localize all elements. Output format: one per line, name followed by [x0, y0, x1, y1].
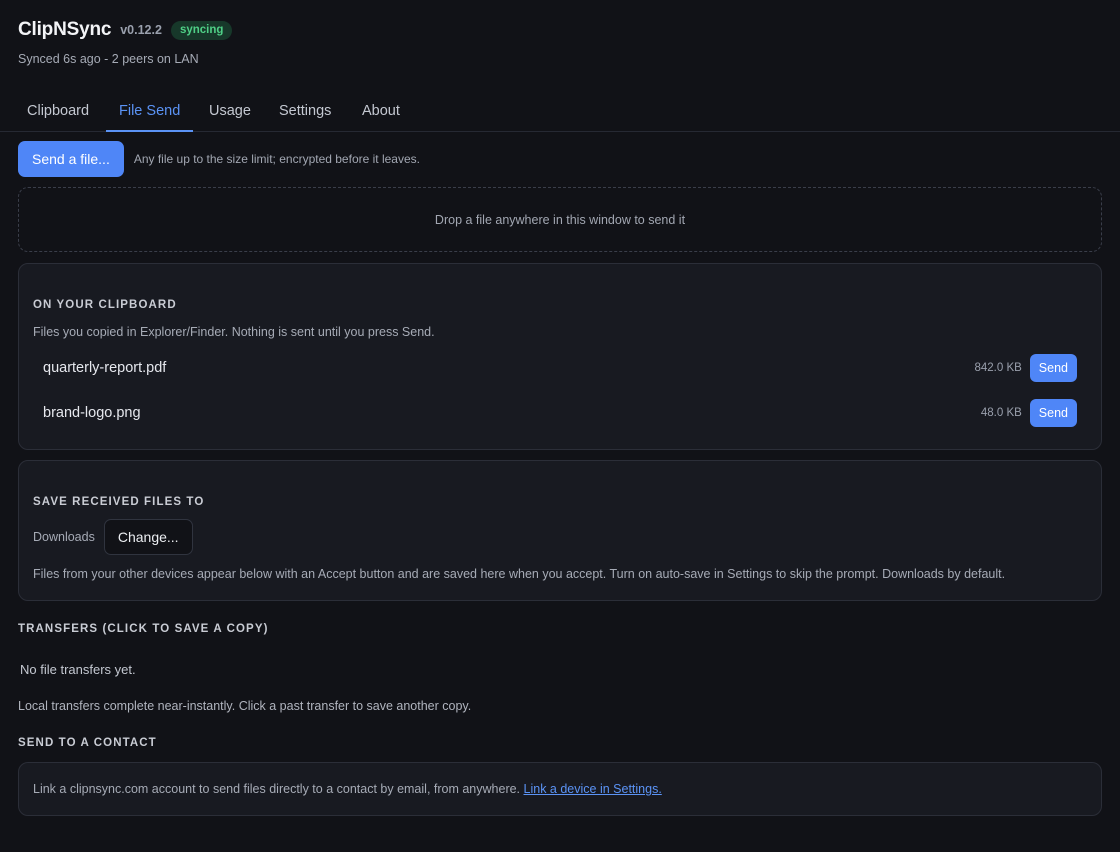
- tab-bar: Clipboard File Send Usage Settings About: [0, 92, 1120, 132]
- sync-subtitle: Synced 6s ago - 2 peers on LAN: [18, 52, 199, 66]
- send-file-button[interactable]: Send a file...: [18, 141, 124, 177]
- clipboard-files-card: ON YOUR CLIPBOARD Files you copied in Ex…: [18, 263, 1102, 450]
- file-size: 842.0 KB: [974, 362, 1022, 374]
- title-row: ClipNSync v0.12.2 syncing: [18, 18, 233, 42]
- send-file-row: Send a file... Any file up to the size l…: [18, 141, 420, 177]
- clipboard-file-row: quarterly-report.pdf 842.0 KB Send: [43, 354, 1077, 382]
- file-size: 48.0 KB: [980, 407, 1022, 419]
- file-name: quarterly-report.pdf: [43, 360, 167, 376]
- file-dropzone[interactable]: Drop a file anywhere in this window to s…: [18, 187, 1102, 252]
- clipboard-file-row: brand-logo.png 48.0 KB Send: [43, 399, 1077, 427]
- contact-description: Link a clipnsync.com account to send fil…: [33, 782, 662, 796]
- clipboard-section-heading: ON YOUR CLIPBOARD: [33, 299, 177, 311]
- tab-clipboard[interactable]: Clipboard: [14, 92, 102, 132]
- change-folder-button[interactable]: Change...: [103, 519, 193, 555]
- tab-about[interactable]: About: [349, 92, 413, 132]
- tab-file-send[interactable]: File Send: [106, 92, 194, 132]
- clipboard-section-description: Files you copied in Explorer/Finder. Not…: [33, 325, 435, 339]
- dropzone-text: Drop a file anywhere in this window to s…: [434, 212, 686, 227]
- app-window: ClipNSync v0.12.2 syncing Synced 6s ago …: [0, 0, 1120, 852]
- transfers-section-heading: TRANSFERS (CLICK TO SAVE A COPY): [18, 623, 269, 635]
- tab-usage[interactable]: Usage: [196, 92, 264, 132]
- save-location-card: SAVE RECEIVED FILES TO Downloads Change.…: [18, 460, 1102, 601]
- app-version: v0.12.2: [120, 23, 162, 37]
- send-clipboard-file-button[interactable]: Send: [1029, 354, 1077, 382]
- save-section-description: Files from your other devices appear bel…: [33, 567, 1006, 581]
- save-section-heading: SAVE RECEIVED FILES TO: [33, 496, 205, 508]
- send-file-hint: Any file up to the size limit; encrypted…: [133, 152, 420, 166]
- sync-status-badge: syncing: [170, 20, 233, 40]
- transfers-empty-text: No file transfers yet.: [20, 662, 136, 677]
- tab-settings[interactable]: Settings: [266, 92, 344, 132]
- file-name: brand-logo.png: [43, 405, 141, 421]
- contact-card: Link a clipnsync.com account to send fil…: [18, 762, 1102, 816]
- save-folder-label: Downloads: [33, 530, 95, 544]
- app-title: ClipNSync: [18, 19, 112, 40]
- link-device-settings-link[interactable]: Link a device in Settings.: [524, 782, 662, 796]
- contact-text: Link a clipnsync.com account to send fil…: [33, 782, 524, 796]
- send-clipboard-file-button[interactable]: Send: [1029, 399, 1077, 427]
- contact-section-heading: SEND TO A CONTACT: [18, 737, 157, 749]
- save-folder-row: Downloads Change...: [33, 519, 193, 555]
- transfers-note: Local transfers complete near-instantly.…: [18, 699, 472, 713]
- app-header: ClipNSync v0.12.2 syncing Synced 6s ago …: [18, 18, 233, 66]
